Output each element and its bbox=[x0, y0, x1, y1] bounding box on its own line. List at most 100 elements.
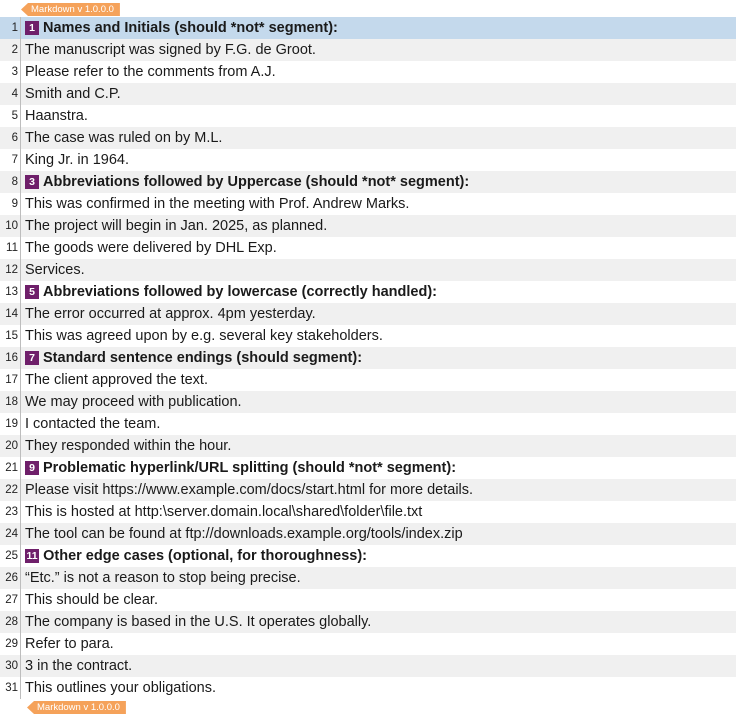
segment-row-heading[interactable]: 25 11 Other edge cases (optional, for thor… bbox=[0, 545, 736, 567]
segment-text[interactable]: The case was ruled on by M.L. bbox=[25, 130, 222, 146]
segment-number: 1 bbox=[11, 22, 18, 34]
segment-text[interactable]: “Etc.” is not a reason to stop being pre… bbox=[25, 570, 301, 586]
segment-text[interactable]: They responded within the hour. bbox=[25, 438, 231, 454]
segment-row-heading[interactable]: 21 9 Problematic hyperlink/URL splitting (… bbox=[0, 457, 736, 479]
segment-row[interactable]: 6 The case was ruled on by M.L. bbox=[0, 127, 736, 149]
segment-text[interactable]: Standard sentence endings (should segmen… bbox=[43, 350, 362, 366]
gutter-divider bbox=[20, 567, 21, 589]
segment-text[interactable]: The manuscript was signed by F.G. de Gro… bbox=[25, 42, 316, 58]
segment-row[interactable]: 28 The company is based in the U.S. It op… bbox=[0, 611, 736, 633]
segment-row-heading[interactable]: 13 5 Abbreviations followed by lowercase (… bbox=[0, 281, 736, 303]
segment-row[interactable]: 9 This was confirmed in the meeting with … bbox=[0, 193, 736, 215]
segment-text[interactable]: This outlines your obligations. bbox=[25, 680, 216, 696]
markdown-tag-close[interactable]: Markdown v 1.0.0.0 bbox=[27, 701, 126, 714]
segment-number: 31 bbox=[5, 682, 18, 694]
segment-row[interactable]: 29 Refer to para. bbox=[0, 633, 736, 655]
segment-text[interactable]: Haanstra. bbox=[25, 108, 88, 124]
segment-row-heading[interactable]: 16 7 Standard sentence endings (should seg… bbox=[0, 347, 736, 369]
gutter-divider bbox=[20, 347, 21, 369]
segment-row[interactable]: 23 This is hosted at http:\server.domain.… bbox=[0, 501, 736, 523]
segment-text[interactable]: The goods were delivered by DHL Exp. bbox=[25, 240, 277, 256]
segment-text[interactable]: Please refer to the comments from A.J. bbox=[25, 64, 276, 80]
segment-number: 30 bbox=[5, 660, 18, 672]
segment-text[interactable]: This should be clear. bbox=[25, 592, 158, 608]
segment-row[interactable]: 10 The project will begin in Jan. 2025, a… bbox=[0, 215, 736, 237]
segment-text[interactable]: Smith and C.P. bbox=[25, 86, 121, 102]
segment-number: 27 bbox=[5, 594, 18, 606]
segment-row[interactable]: 27 This should be clear. bbox=[0, 589, 736, 611]
segment-number: 9 bbox=[11, 198, 18, 210]
segment-number: 11 bbox=[6, 242, 18, 254]
segment-text[interactable]: Services. bbox=[25, 262, 85, 278]
segment-row[interactable]: 14 The error occurred at approx. 4pm yest… bbox=[0, 303, 736, 325]
segment-row[interactable]: 12 Services. bbox=[0, 259, 736, 281]
segment-row[interactable]: 2 The manuscript was signed by F.G. de Gr… bbox=[0, 39, 736, 61]
segment-row[interactable]: 26 “Etc.” is not a reason to stop being p… bbox=[0, 567, 736, 589]
segment-text[interactable]: Abbreviations followed by lowercase (cor… bbox=[43, 284, 437, 300]
segment-text[interactable]: This was confirmed in the meeting with P… bbox=[25, 196, 409, 212]
gutter-divider bbox=[20, 545, 21, 567]
segment-row[interactable]: 4 Smith and C.P. bbox=[0, 83, 736, 105]
gutter-divider bbox=[20, 83, 21, 105]
gutter-divider bbox=[20, 303, 21, 325]
segment-row[interactable]: 19 I contacted the team. bbox=[0, 413, 736, 435]
heading-tag-badge[interactable]: 1 bbox=[25, 21, 39, 35]
segment-number: 2 bbox=[11, 44, 18, 56]
segment-text[interactable]: Abbreviations followed by Uppercase (sho… bbox=[43, 174, 469, 190]
segment-text[interactable]: This is hosted at http:\server.domain.lo… bbox=[25, 504, 422, 520]
segment-row[interactable]: 11 The goods were delivered by DHL Exp. bbox=[0, 237, 736, 259]
segment-number: 10 bbox=[5, 220, 18, 232]
gutter-divider bbox=[20, 149, 21, 171]
segment-number: 24 bbox=[5, 528, 18, 540]
heading-tag-badge[interactable]: 9 bbox=[25, 461, 39, 475]
heading-tag-badge[interactable]: 3 bbox=[25, 175, 39, 189]
segment-row[interactable]: 7 King Jr. in 1964. bbox=[0, 149, 736, 171]
segment-row[interactable]: 17 The client approved the text. bbox=[0, 369, 736, 391]
heading-tag-badge[interactable]: 5 bbox=[25, 285, 39, 299]
segment-text[interactable]: Other edge cases (optional, for thorough… bbox=[43, 548, 367, 564]
segment-text[interactable]: The project will begin in Jan. 2025, as … bbox=[25, 218, 327, 234]
segment-row[interactable]: 24 The tool can be found at ftp://downloa… bbox=[0, 523, 736, 545]
segment-list: 1 1 Names and Initials (should *not* segme… bbox=[0, 17, 736, 699]
segment-text[interactable]: The client approved the text. bbox=[25, 372, 208, 388]
segment-text[interactable]: King Jr. in 1964. bbox=[25, 152, 129, 168]
segment-number: 21 bbox=[5, 462, 18, 474]
segment-number: 26 bbox=[5, 572, 18, 584]
heading-tag-badge[interactable]: 7 bbox=[25, 351, 39, 365]
segment-number: 6 bbox=[11, 132, 18, 144]
markdown-tag-open[interactable]: Markdown v 1.0.0.0 bbox=[21, 3, 120, 16]
segment-number: 12 bbox=[5, 264, 18, 276]
segment-text[interactable]: This was agreed upon by e.g. several key… bbox=[25, 328, 383, 344]
segment-row[interactable]: 3 Please refer to the comments from A.J. bbox=[0, 61, 736, 83]
gutter-divider bbox=[20, 589, 21, 611]
segment-row-heading[interactable]: 8 3 Abbreviations followed by Uppercase (s… bbox=[0, 171, 736, 193]
segment-text[interactable]: The error occurred at approx. 4pm yester… bbox=[25, 306, 316, 322]
segment-row[interactable]: 18 We may proceed with publication. bbox=[0, 391, 736, 413]
segment-row[interactable]: 15 This was agreed upon by e.g. several k… bbox=[0, 325, 736, 347]
segment-row[interactable]: 30 3 in the contract. bbox=[0, 655, 736, 677]
segment-text[interactable]: 3 in the contract. bbox=[25, 658, 132, 674]
gutter-divider bbox=[20, 171, 21, 193]
segment-text[interactable]: Names and Initials (should *not* segment… bbox=[43, 20, 338, 36]
segment-row[interactable]: 5 Haanstra. bbox=[0, 105, 736, 127]
gutter-divider bbox=[20, 61, 21, 83]
segment-text[interactable]: Refer to para. bbox=[25, 636, 114, 652]
segment-number: 7 bbox=[11, 154, 18, 166]
segment-number: 28 bbox=[5, 616, 18, 628]
segment-text[interactable]: Problematic hyperlink/URL splitting (sho… bbox=[43, 460, 456, 476]
segment-text[interactable]: The tool can be found at ftp://downloads… bbox=[25, 526, 463, 542]
segment-row[interactable]: 22 Please visit https://www.example.com/d… bbox=[0, 479, 736, 501]
segment-row-heading[interactable]: 1 1 Names and Initials (should *not* segme… bbox=[0, 17, 736, 39]
gutter-divider bbox=[20, 633, 21, 655]
segment-text[interactable]: I contacted the team. bbox=[25, 416, 160, 432]
segment-row[interactable]: 20 They responded within the hour. bbox=[0, 435, 736, 457]
segment-number: 8 bbox=[11, 176, 18, 188]
segment-row[interactable]: 31 This outlines your obligations. bbox=[0, 677, 736, 699]
segment-text[interactable]: The company is based in the U.S. It oper… bbox=[25, 614, 371, 630]
segment-text[interactable]: Please visit https://www.example.com/doc… bbox=[25, 482, 473, 498]
segment-text[interactable]: We may proceed with publication. bbox=[25, 394, 242, 410]
gutter-divider bbox=[20, 39, 21, 61]
gutter-divider bbox=[20, 127, 21, 149]
heading-tag-badge[interactable]: 11 bbox=[25, 549, 40, 563]
segment-number: 20 bbox=[5, 440, 18, 452]
